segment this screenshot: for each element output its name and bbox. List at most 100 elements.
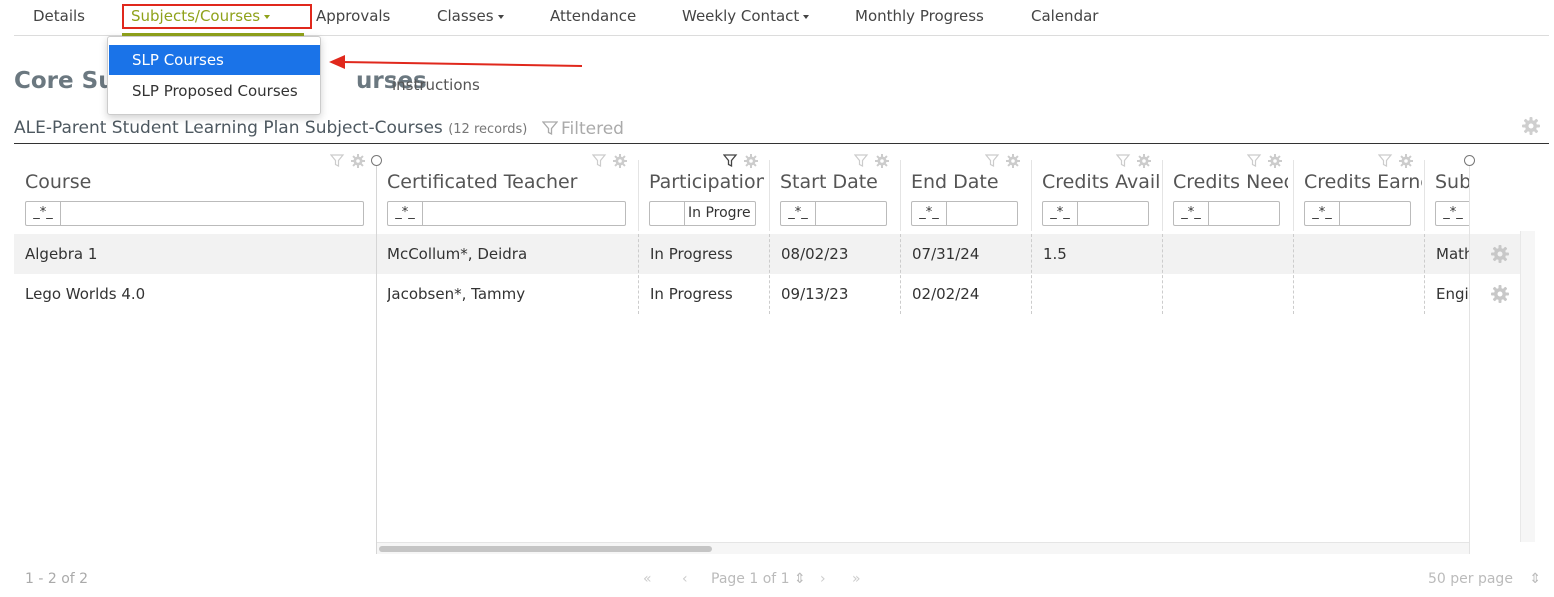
filtered-label: Filtered xyxy=(561,119,624,139)
page-select[interactable]: Page 1 of 1 ⇕ xyxy=(711,571,806,587)
table-row[interactable]: Algebra 1 McCollum*, Deidra In Progress … xyxy=(14,234,1535,274)
gear-icon[interactable] xyxy=(1521,116,1541,136)
horizontal-scrollbar-thumb[interactable] xyxy=(379,546,712,552)
column-participation[interactable]: Participation In Progre xyxy=(638,150,769,234)
column-certificated-teacher[interactable]: Certificated Teacher _*_ xyxy=(376,150,638,234)
filter-operator[interactable]: _*_ xyxy=(1174,202,1209,225)
cell-divider xyxy=(1031,234,1032,314)
cell-divider xyxy=(1162,234,1163,314)
row-gear-icon[interactable] xyxy=(1490,244,1510,264)
column-end-date[interactable]: End Date _*_ xyxy=(900,150,1031,234)
cell-credits-earned xyxy=(1305,274,1420,314)
column-icons xyxy=(1246,153,1283,173)
cell-start-date: 09/13/23 xyxy=(781,285,849,303)
filter-operator[interactable]: _*_ xyxy=(26,202,61,225)
right-divider-handle[interactable] xyxy=(1464,155,1475,166)
courses-grid: Course _*_ Certificated Teacher _*_ Part… xyxy=(14,150,1535,556)
caret-down-icon xyxy=(497,14,504,19)
tab-classes[interactable]: Classes xyxy=(437,7,504,25)
tab-weekly-contact[interactable]: Weekly Contact xyxy=(682,7,810,25)
column-subject[interactable]: Sub _*_ xyxy=(1424,150,1469,234)
start-date-filter-input[interactable]: _*_ xyxy=(780,201,887,226)
filtered-indicator[interactable]: Filtered xyxy=(541,119,624,139)
tab-attendance[interactable]: Attendance xyxy=(550,7,636,25)
participation-filter-input[interactable]: In Progre xyxy=(649,201,756,226)
column-label: End Date xyxy=(911,171,999,193)
credits-available-filter-input[interactable]: _*_ xyxy=(1042,201,1149,226)
cell-end-date: 07/31/24 xyxy=(912,245,980,263)
cell-teacher: McCollum*, Deidra xyxy=(387,245,528,263)
first-page-icon[interactable]: « xyxy=(643,571,652,587)
frozen-right-divider[interactable] xyxy=(1469,156,1470,554)
prev-page-icon[interactable]: ‹ xyxy=(682,571,688,587)
teacher-filter-input[interactable]: _*_ xyxy=(387,201,626,226)
table-row[interactable]: Lego Worlds 4.0 Jacobsen*, Tammy In Prog… xyxy=(14,274,1535,314)
record-count: (12 records) xyxy=(448,122,528,137)
subject-filter-input[interactable]: _*_ xyxy=(1435,201,1469,226)
credits-needed-filter-input[interactable]: _*_ xyxy=(1173,201,1280,226)
column-separator[interactable] xyxy=(1031,160,1032,231)
menu-item-slp-courses[interactable]: SLP Courses xyxy=(109,45,320,75)
page-indicator: Page 1 of 1 xyxy=(711,571,790,587)
course-filter-input[interactable]: _*_ xyxy=(25,201,364,226)
filter-icon[interactable] xyxy=(984,153,1021,169)
frozen-divider-handle[interactable] xyxy=(371,155,382,166)
filter-operator[interactable]: _*_ xyxy=(1043,202,1078,225)
filter-operator[interactable]: _*_ xyxy=(1305,202,1340,225)
frozen-column-divider[interactable] xyxy=(376,156,377,554)
filter-icon[interactable] xyxy=(1377,153,1414,169)
cell-credits-available xyxy=(1043,274,1158,314)
cell-credits-available: 1.5 xyxy=(1043,245,1067,263)
column-start-date[interactable]: Start Date _*_ xyxy=(769,150,900,234)
column-course[interactable]: Course _*_ xyxy=(14,150,376,234)
column-icons xyxy=(722,153,759,173)
cell-course: Algebra 1 xyxy=(25,245,98,263)
end-date-filter-input[interactable]: _*_ xyxy=(911,201,1018,226)
cell-divider xyxy=(1424,234,1425,314)
filter-active-icon[interactable] xyxy=(722,153,759,169)
filter-operator[interactable]: _*_ xyxy=(781,202,816,225)
menu-item-slp-proposed-courses[interactable]: SLP Proposed Courses xyxy=(109,76,320,106)
column-label: Participation xyxy=(649,171,764,193)
column-credits-earned[interactable]: Credits Earne _*_ xyxy=(1293,150,1424,234)
cell-subject: Math xyxy=(1436,245,1469,263)
filter-operator[interactable] xyxy=(650,202,685,225)
top-nav: Details Subjects/Courses Approvals Class… xyxy=(14,0,1549,36)
column-credits-needed[interactable]: Credits Need _*_ xyxy=(1162,150,1293,234)
filter-operator[interactable]: _*_ xyxy=(912,202,947,225)
pager-range: 1 - 2 of 2 xyxy=(25,571,89,587)
column-separator[interactable] xyxy=(900,160,901,231)
tab-approvals[interactable]: Approvals xyxy=(316,7,390,25)
column-separator[interactable] xyxy=(1162,160,1163,231)
filter-operator[interactable]: _*_ xyxy=(388,202,423,225)
filter-icon[interactable] xyxy=(591,153,628,169)
updown-icon: ⇕ xyxy=(794,571,806,587)
horizontal-scrollbar[interactable] xyxy=(377,542,1469,554)
cell-credits-needed xyxy=(1174,274,1289,314)
next-page-icon[interactable]: › xyxy=(820,571,826,587)
filter-icon[interactable] xyxy=(329,153,366,169)
column-separator[interactable] xyxy=(1424,160,1425,231)
tab-calendar[interactable]: Calendar xyxy=(1031,7,1098,25)
filter-operator[interactable]: _*_ xyxy=(1436,202,1469,225)
credits-earned-filter-input[interactable]: _*_ xyxy=(1304,201,1411,226)
cell-course: Lego Worlds 4.0 xyxy=(25,285,146,303)
per-page-select[interactable]: 50 per page ⇕ xyxy=(1428,571,1541,587)
filter-icon[interactable] xyxy=(853,153,890,169)
filter-icon[interactable] xyxy=(1246,153,1283,169)
instructions-link[interactable]: instructions xyxy=(392,76,480,94)
column-credits-available[interactable]: Credits Availa _*_ xyxy=(1031,150,1162,234)
column-separator[interactable] xyxy=(1293,160,1294,231)
tab-monthly-progress[interactable]: Monthly Progress xyxy=(855,7,984,25)
filter-icon[interactable] xyxy=(1115,153,1152,169)
column-separator[interactable] xyxy=(769,160,770,231)
row-gear-icon[interactable] xyxy=(1490,284,1510,304)
last-page-icon[interactable]: » xyxy=(852,571,861,587)
column-separator[interactable] xyxy=(638,160,639,231)
tab-details[interactable]: Details xyxy=(33,7,85,25)
column-label: Credits Earne xyxy=(1304,171,1422,193)
column-icons xyxy=(984,153,1021,173)
column-icons xyxy=(329,153,366,173)
vertical-scrollbar[interactable] xyxy=(1520,231,1535,542)
section-title: ALE-Parent Student Learning Plan Subject… xyxy=(14,118,527,138)
